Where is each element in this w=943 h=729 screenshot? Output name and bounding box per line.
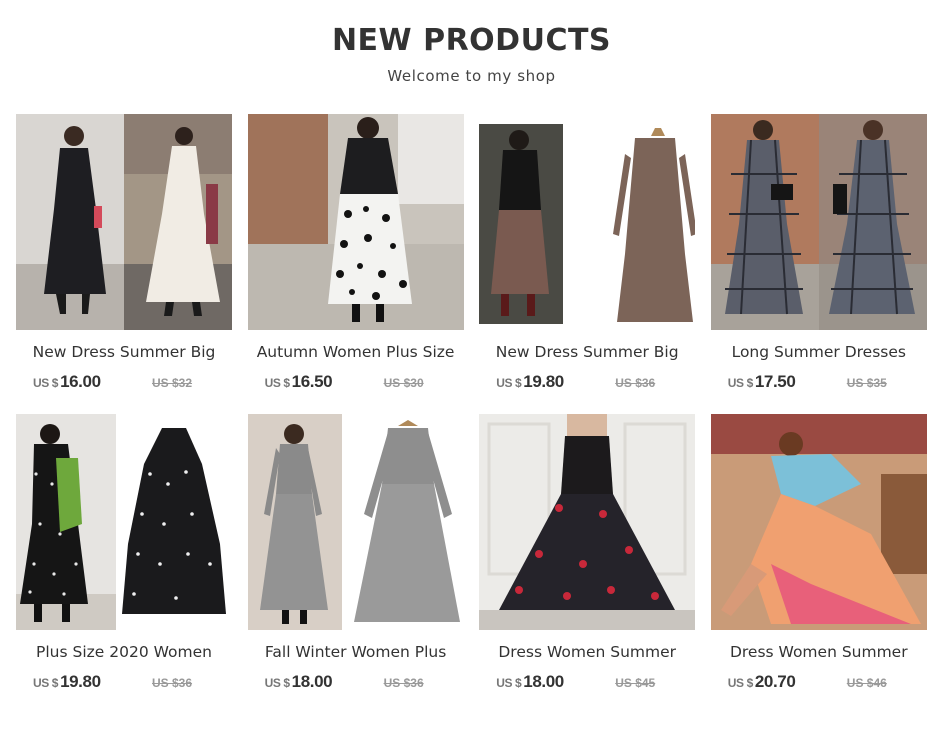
product-price: US $16.50 [265,372,333,393]
product-name[interactable]: Autumn Women Plus Size [248,342,464,362]
product-image[interactable] [710,414,927,630]
dress-photo [16,114,232,330]
dress-photo [479,414,696,630]
product-card[interactable]: Autumn Women Plus Size US $16.50 US $30 [247,114,464,414]
product-image[interactable] [16,414,232,630]
price-currency: US $ [264,376,290,390]
price-amount: 16.50 [291,372,333,391]
dress-photo [16,414,232,630]
price-amount: 17.50 [754,372,796,391]
product-image[interactable] [710,114,927,330]
product-card[interactable]: Dress Women Summer US $18.00 US $45 [479,414,696,714]
product-price: US $18.00 [496,672,564,693]
price-currency: US $ [727,676,753,690]
product-old-price: US $45 [615,676,656,690]
dress-photo [479,114,696,330]
product-old-price: US $30 [383,376,424,390]
product-name[interactable]: Dress Women Summer [479,642,695,662]
product-card[interactable]: New Dress Summer Big US $19.80 US $36 [479,114,696,414]
product-old-price: US $36 [615,376,656,390]
product-image[interactable] [479,414,696,630]
price-currency: US $ [264,676,290,690]
product-card[interactable]: New Dress Summer Big US $16.00 US $32 [16,114,232,414]
dress-photo [247,414,464,630]
price-currency: US $ [727,376,753,390]
product-price: US $18.00 [265,672,333,693]
product-price: US $19.80 [33,672,101,693]
product-old-price: US $36 [152,676,193,690]
product-name[interactable]: Plus Size 2020 Women [16,642,232,662]
product-name[interactable]: New Dress Summer Big [479,342,695,362]
product-name[interactable]: Dress Women Summer [711,642,927,662]
product-card[interactable]: Plus Size 2020 Women US $19.80 US $36 [16,414,232,714]
product-old-price: US $35 [846,376,887,390]
product-old-price: US $46 [846,676,887,690]
product-card[interactable]: Fall Winter Women Plus US $18.00 US $36 [247,414,464,714]
product-price: US $17.50 [728,372,796,393]
price-amount: 20.70 [754,672,796,691]
product-grid: New Dress Summer Big US $16.00 US $32 Au… [16,114,927,714]
product-image[interactable] [479,114,696,330]
product-price: US $20.70 [728,672,796,693]
page-title: NEW PRODUCTS [331,23,612,58]
product-image[interactable] [247,114,464,330]
dress-photo [247,114,464,330]
price-currency: US $ [33,676,59,690]
price-currency: US $ [496,676,522,690]
product-name[interactable]: New Dress Summer Big [16,342,232,362]
price-currency: US $ [33,376,59,390]
price-amount: 18.00 [291,672,333,691]
page-subtitle: Welcome to my shop [387,67,556,85]
product-name[interactable]: Fall Winter Women Plus [248,642,464,662]
price-amount: 16.00 [60,372,101,391]
price-amount: 19.80 [523,372,564,391]
price-currency: US $ [496,376,522,390]
product-old-price: US $32 [152,376,193,390]
product-old-price: US $36 [383,676,424,690]
price-amount: 18.00 [523,672,564,691]
product-image[interactable] [247,414,464,630]
product-card[interactable]: Long Summer Dresses US $17.50 US $35 [710,114,927,414]
dress-photo [710,114,927,330]
product-price: US $16.00 [33,372,101,393]
price-amount: 19.80 [60,672,101,691]
product-image[interactable] [16,114,232,330]
product-card[interactable]: Dress Women Summer US $20.70 US $46 [710,414,927,714]
product-name[interactable]: Long Summer Dresses [711,342,927,362]
dress-photo [710,414,927,630]
product-price: US $19.80 [496,372,564,393]
